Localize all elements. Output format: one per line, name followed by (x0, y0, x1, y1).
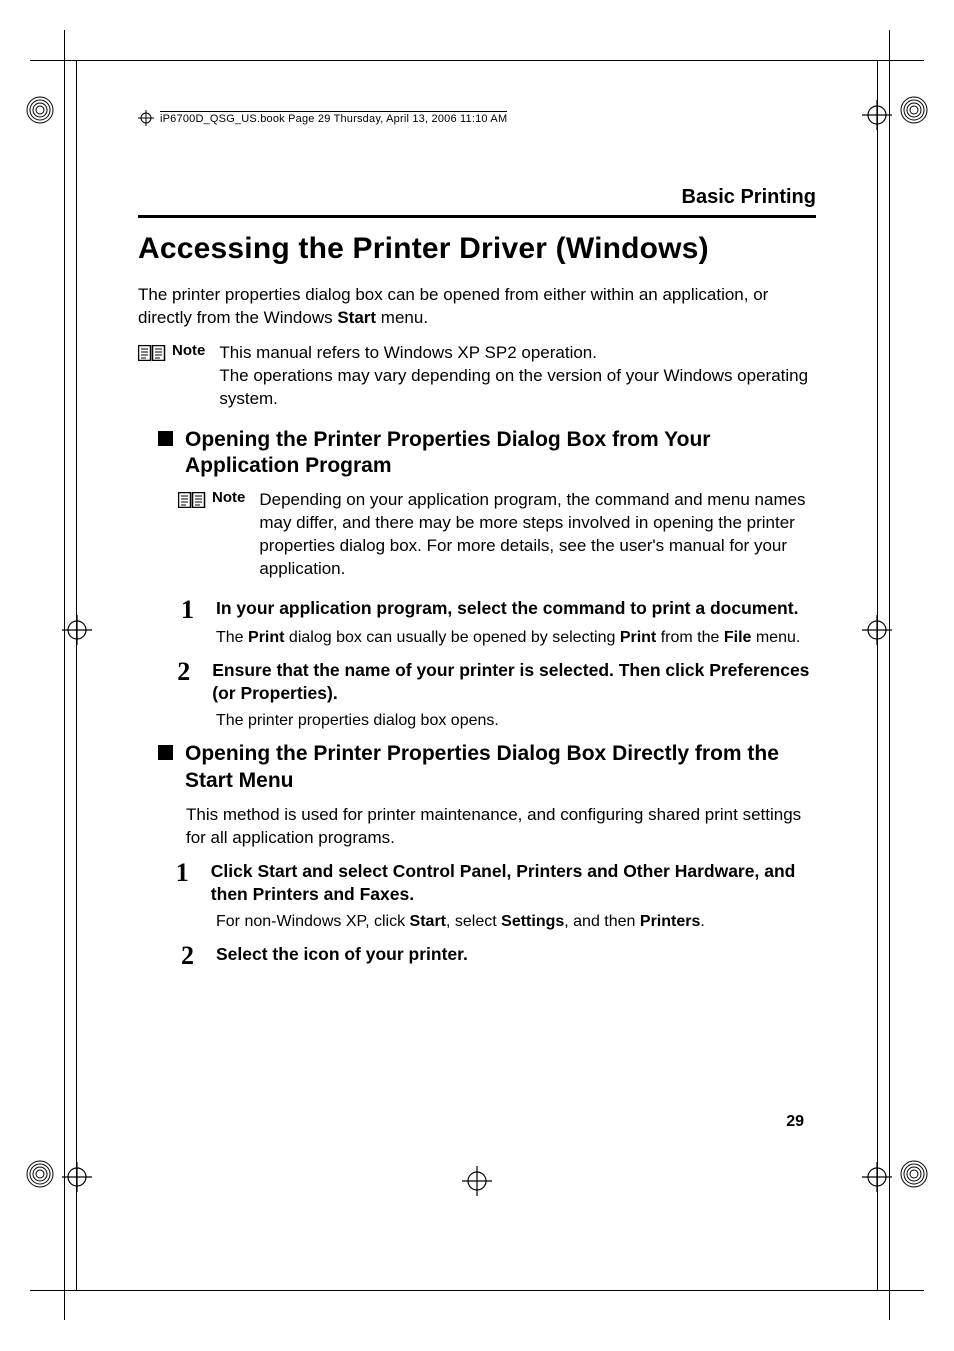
subsection-intro: This method is used for printer maintena… (186, 804, 816, 850)
note-block: Note Depending on your application progr… (178, 489, 816, 581)
step-number: 2 (172, 943, 194, 969)
note-body: This manual refers to Windows XP SP2 ope… (219, 342, 816, 411)
section-rule (138, 215, 816, 218)
note-block: Note This manual refers to Windows XP SP… (138, 342, 816, 411)
subsection-heading: Opening the Printer Properties Dialog Bo… (185, 427, 816, 480)
step: 1 Click Start and select Control Panel, … (172, 860, 816, 907)
subsection-heading-row: Opening the Printer Properties Dialog Bo… (158, 427, 816, 480)
step-text: Ensure that the name of your printer is … (212, 659, 816, 706)
crop-spiral-icon (900, 96, 928, 124)
crop-rule-vertical (64, 30, 65, 1320)
crop-spiral-icon (26, 1160, 54, 1188)
crop-rule-horizontal (30, 60, 924, 61)
step-subtext: The printer properties dialog box opens. (216, 710, 816, 732)
crop-rule-horizontal (30, 1290, 924, 1291)
registration-mark-icon (862, 100, 892, 130)
page-title: Accessing the Printer Driver (Windows) (138, 232, 816, 266)
crop-spiral-icon (900, 1160, 928, 1188)
registration-mark-icon (462, 1166, 492, 1196)
step-text: In your application program, select the … (216, 597, 798, 621)
step-text: Select the icon of your printer. (216, 943, 468, 967)
registration-mark-icon (62, 1162, 92, 1192)
note-label-text: Note (172, 342, 205, 359)
note-icon (178, 492, 206, 508)
page-content: iP6700D_QSG_US.book Page 29 Thursday, Ap… (138, 110, 816, 1151)
section-name: Basic Printing (138, 186, 816, 215)
page-number: 29 (786, 1113, 804, 1131)
intro-text: The printer properties dialog box can be… (138, 285, 768, 327)
registration-mark-icon (862, 1162, 892, 1192)
registration-mark-icon (138, 110, 154, 126)
note-label: Note (138, 342, 205, 411)
square-bullet-icon (158, 431, 173, 446)
square-bullet-icon (158, 745, 173, 760)
step-subtext: For non-Windows XP, click Start, select … (216, 911, 816, 933)
running-head-text: iP6700D_QSG_US.book Page 29 Thursday, Ap… (160, 111, 507, 125)
registration-mark-icon (62, 615, 92, 645)
crop-rule-vertical (889, 30, 890, 1320)
subsection-heading-row: Opening the Printer Properties Dialog Bo… (158, 741, 816, 794)
step-number: 2 (172, 659, 190, 685)
step-subtext: The Print dialog box can usually be open… (216, 627, 816, 649)
running-head: iP6700D_QSG_US.book Page 29 Thursday, Ap… (138, 110, 816, 126)
intro-bold: Start (337, 308, 376, 327)
registration-mark-icon (862, 615, 892, 645)
step: 2 Select the icon of your printer. (172, 943, 816, 969)
note-body: Depending on your application program, t… (259, 489, 816, 581)
step: 2 Ensure that the name of your printer i… (172, 659, 816, 706)
step: 1 In your application program, select th… (172, 597, 816, 623)
intro-paragraph: The printer properties dialog box can be… (138, 284, 816, 330)
step-number: 1 (172, 860, 189, 886)
subsection-heading: Opening the Printer Properties Dialog Bo… (185, 741, 816, 794)
crop-rule-vertical (76, 60, 77, 1290)
step-text: Click Start and select Control Panel, Pr… (211, 860, 816, 907)
step-number: 1 (172, 597, 194, 623)
note-label-text: Note (212, 489, 245, 506)
note-icon (138, 345, 166, 361)
note-label: Note (178, 489, 245, 581)
intro-text: menu. (376, 308, 428, 327)
crop-rule-vertical (877, 60, 878, 1290)
crop-spiral-icon (26, 96, 54, 124)
